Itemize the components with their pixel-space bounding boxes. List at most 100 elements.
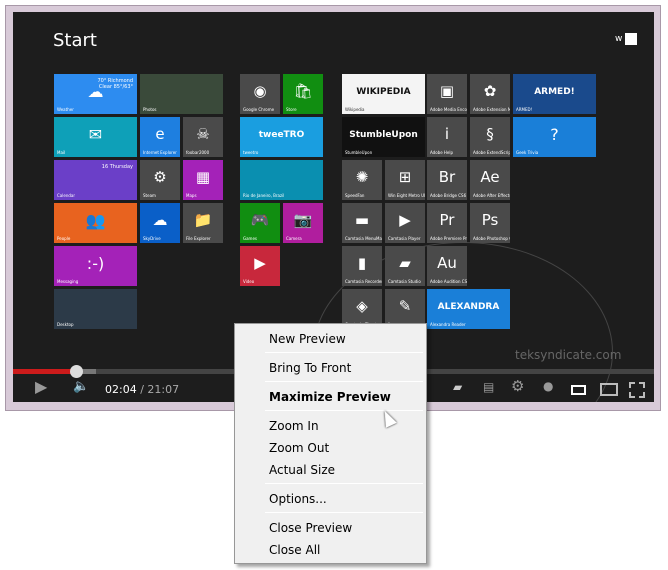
tile-icon: ▮ [357, 254, 367, 272]
tile-internet-explorer[interactable]: e Internet Explorer [140, 117, 180, 157]
settings-gear-icon[interactable]: ⚙ [511, 377, 524, 395]
captions-icon[interactable]: ▤ [483, 380, 494, 394]
tile-win-eight-metro-ui-switcher[interactable]: ⊞ Win Eight Metro UI Switcher [385, 160, 425, 200]
tile-mail[interactable]: ✉ Mail [54, 117, 137, 157]
tile-icon: ARMED! [534, 87, 575, 97]
watch-later-icon[interactable]: ● [543, 379, 553, 393]
tile-icon: ◉ [253, 82, 267, 100]
tile-label: Camtasia Studio [388, 279, 421, 284]
tile-icon: 📷 [293, 211, 313, 229]
tile-adobe-help[interactable]: i Adobe Help [427, 117, 467, 157]
tile-label: Adobe Bridge CS6 (64bit) [430, 193, 467, 198]
tile-icon: :-) [86, 254, 105, 273]
annotations-icon[interactable]: ▰ [453, 380, 462, 394]
menu-item-maximize-preview[interactable]: Maximize Preview [269, 390, 391, 404]
menu-item-bring-to-front[interactable]: Bring To Front [269, 361, 351, 375]
tile-stumbleupon[interactable]: StumbleUpon StumbleUpon [342, 117, 425, 157]
tile-alexandra-reader[interactable]: ALEXANDRA Alexandra Reader [427, 289, 510, 329]
menu-item-zoom-in[interactable]: Zoom In [269, 419, 319, 433]
tile-games[interactable]: 🎮 Games [240, 203, 280, 243]
tile-icon: ✉ [88, 125, 103, 144]
tile-photos[interactable]: Photos [140, 74, 223, 114]
tile-label: Camera [286, 236, 302, 241]
tile-video[interactable]: ▶ Video [240, 246, 280, 286]
tile-label: Wikipedia [345, 107, 365, 112]
menu-item-zoom-out[interactable]: Zoom Out [269, 441, 329, 455]
tile-adobe-audition-cs6[interactable]: Au Adobe Audition CS6 [427, 246, 467, 286]
time-separator: / [136, 383, 148, 396]
small-player-icon[interactable] [571, 385, 586, 395]
tile-live-info: 70° Richmond Clear 85°/63° [97, 78, 133, 90]
tile-adobe-media-encoder-cs6[interactable]: ▣ Adobe Media Encoder CS6 [427, 74, 467, 114]
menu-separator [265, 512, 423, 513]
tile-icon: 🛍 [293, 82, 313, 100]
tile-label: tweetro [243, 150, 259, 155]
tile-icon: ? [550, 125, 559, 144]
tile-camtasia-menumaker[interactable]: ▬ Camtasia MenuMaker [342, 203, 382, 243]
tile-label: SpeedFan [345, 193, 365, 198]
tile-foobar2000[interactable]: ☠ foobar2000 [183, 117, 223, 157]
user-avatar-icon [625, 33, 637, 45]
total-time: 21:07 [147, 383, 180, 396]
tile-adobe-photoshop-cs6[interactable]: Ps Adobe Photoshop CS6... [470, 203, 510, 243]
tile-icon: ⚙ [153, 168, 167, 186]
tile-geek-trivia[interactable]: ? Geek Trivia [513, 117, 596, 157]
tile-label: Store [286, 107, 297, 112]
tile-calendar[interactable]: 16 Thursday Calendar [54, 160, 137, 200]
tile-icon: tweeTRO [258, 130, 305, 140]
tile-file-explorer[interactable]: 📁 File Explorer [183, 203, 223, 243]
tile-camtasia-player[interactable]: ▶ Camtasia Player [385, 203, 425, 243]
context-menu: New Preview Bring To Front Maximize Prev… [234, 323, 427, 564]
tile-tweetro[interactable]: tweeTRO tweetro [240, 117, 323, 157]
volume-icon[interactable]: 🔈 [73, 379, 89, 394]
tile-icon: ▶ [254, 254, 266, 272]
menu-item-actual-size[interactable]: Actual Size [269, 463, 335, 477]
watermark: teksyndicate.com [515, 348, 622, 362]
tile-label: Adobe Photoshop CS6... [473, 236, 510, 241]
tile-skydrive[interactable]: ☁ SkyDrive [140, 203, 180, 243]
fullscreen-icon[interactable] [629, 382, 645, 398]
tile-camtasia-recorder[interactable]: ▮ Camtasia Recorder [342, 246, 382, 286]
tile-icon: ▬ [354, 211, 370, 229]
tile-icon: 🎮 [250, 211, 270, 229]
tile-wikipedia[interactable]: WIKIPEDIA Wikipedia [342, 74, 425, 114]
menu-separator [265, 381, 423, 382]
tile-maps[interactable]: ▦ Maps [183, 160, 223, 200]
menu-item-new-preview[interactable]: New Preview [269, 332, 346, 346]
tile-adobe-premiere-pro-cs6[interactable]: Pr Adobe Premiere Pro CS6 [427, 203, 467, 243]
tile-icon: ALEXANDRA [437, 302, 500, 312]
tile-adobe-after-effects-cs6[interactable]: Ae Adobe After Effects CS6 [470, 160, 510, 200]
menu-item-options[interactable]: Options... [269, 492, 327, 506]
tile-people[interactable]: 👥 People [54, 203, 137, 243]
menu-separator [265, 483, 423, 484]
scrubber-handle[interactable] [69, 365, 83, 378]
tile-speedfan[interactable]: ✺ SpeedFan [342, 160, 382, 200]
tile-camera[interactable]: 📷 Camera [283, 203, 323, 243]
tile-adobe-extendscript[interactable]: § Adobe ExtendScript... [470, 117, 510, 157]
tile-adobe-bridge-cs6-64bit[interactable]: Br Adobe Bridge CS6 (64bit) [427, 160, 467, 200]
tile-label: Adobe Premiere Pro CS6 [430, 236, 467, 241]
tile-icon: StumbleUpon [349, 130, 418, 140]
menu-item-close-preview[interactable]: Close Preview [269, 521, 352, 535]
tile-weather[interactable]: ☁ 70° Richmond Clear 85°/63° Weather [54, 74, 137, 114]
tile-label: Rio de Janeiro, Brazil [243, 193, 285, 198]
tile-rio-de-janeiro-brazil[interactable]: Rio de Janeiro, Brazil [240, 160, 323, 200]
tile-armed[interactable]: ARMED! ARMED! [513, 74, 596, 114]
tile-steam[interactable]: ⚙ Steam [140, 160, 180, 200]
tile-google-chrome[interactable]: ◉ Google Chrome [240, 74, 280, 114]
tile-messaging[interactable]: :-) Messaging [54, 246, 137, 286]
played-bar [13, 369, 76, 374]
tile-camtasia-studio[interactable]: ▰ Camtasia Studio [385, 246, 425, 286]
tile-adobe-extension-manager-cs6[interactable]: ✿ Adobe Extension Manager CS6 [470, 74, 510, 114]
tile-store[interactable]: 🛍 Store [283, 74, 323, 114]
tile-icon: ▰ [399, 254, 411, 272]
tile-label: foobar2000 [186, 150, 210, 155]
tile-icon: WIKIPEDIA [356, 87, 411, 97]
tile-icon: ▣ [439, 82, 455, 100]
large-player-icon[interactable] [600, 383, 618, 396]
tile-icon: Ps [481, 211, 499, 229]
play-icon[interactable]: ▶ [35, 377, 47, 396]
menu-item-close-all[interactable]: Close All [269, 543, 320, 557]
tile-desktop[interactable]: Desktop [54, 289, 137, 329]
tile-label: Games [243, 236, 257, 241]
